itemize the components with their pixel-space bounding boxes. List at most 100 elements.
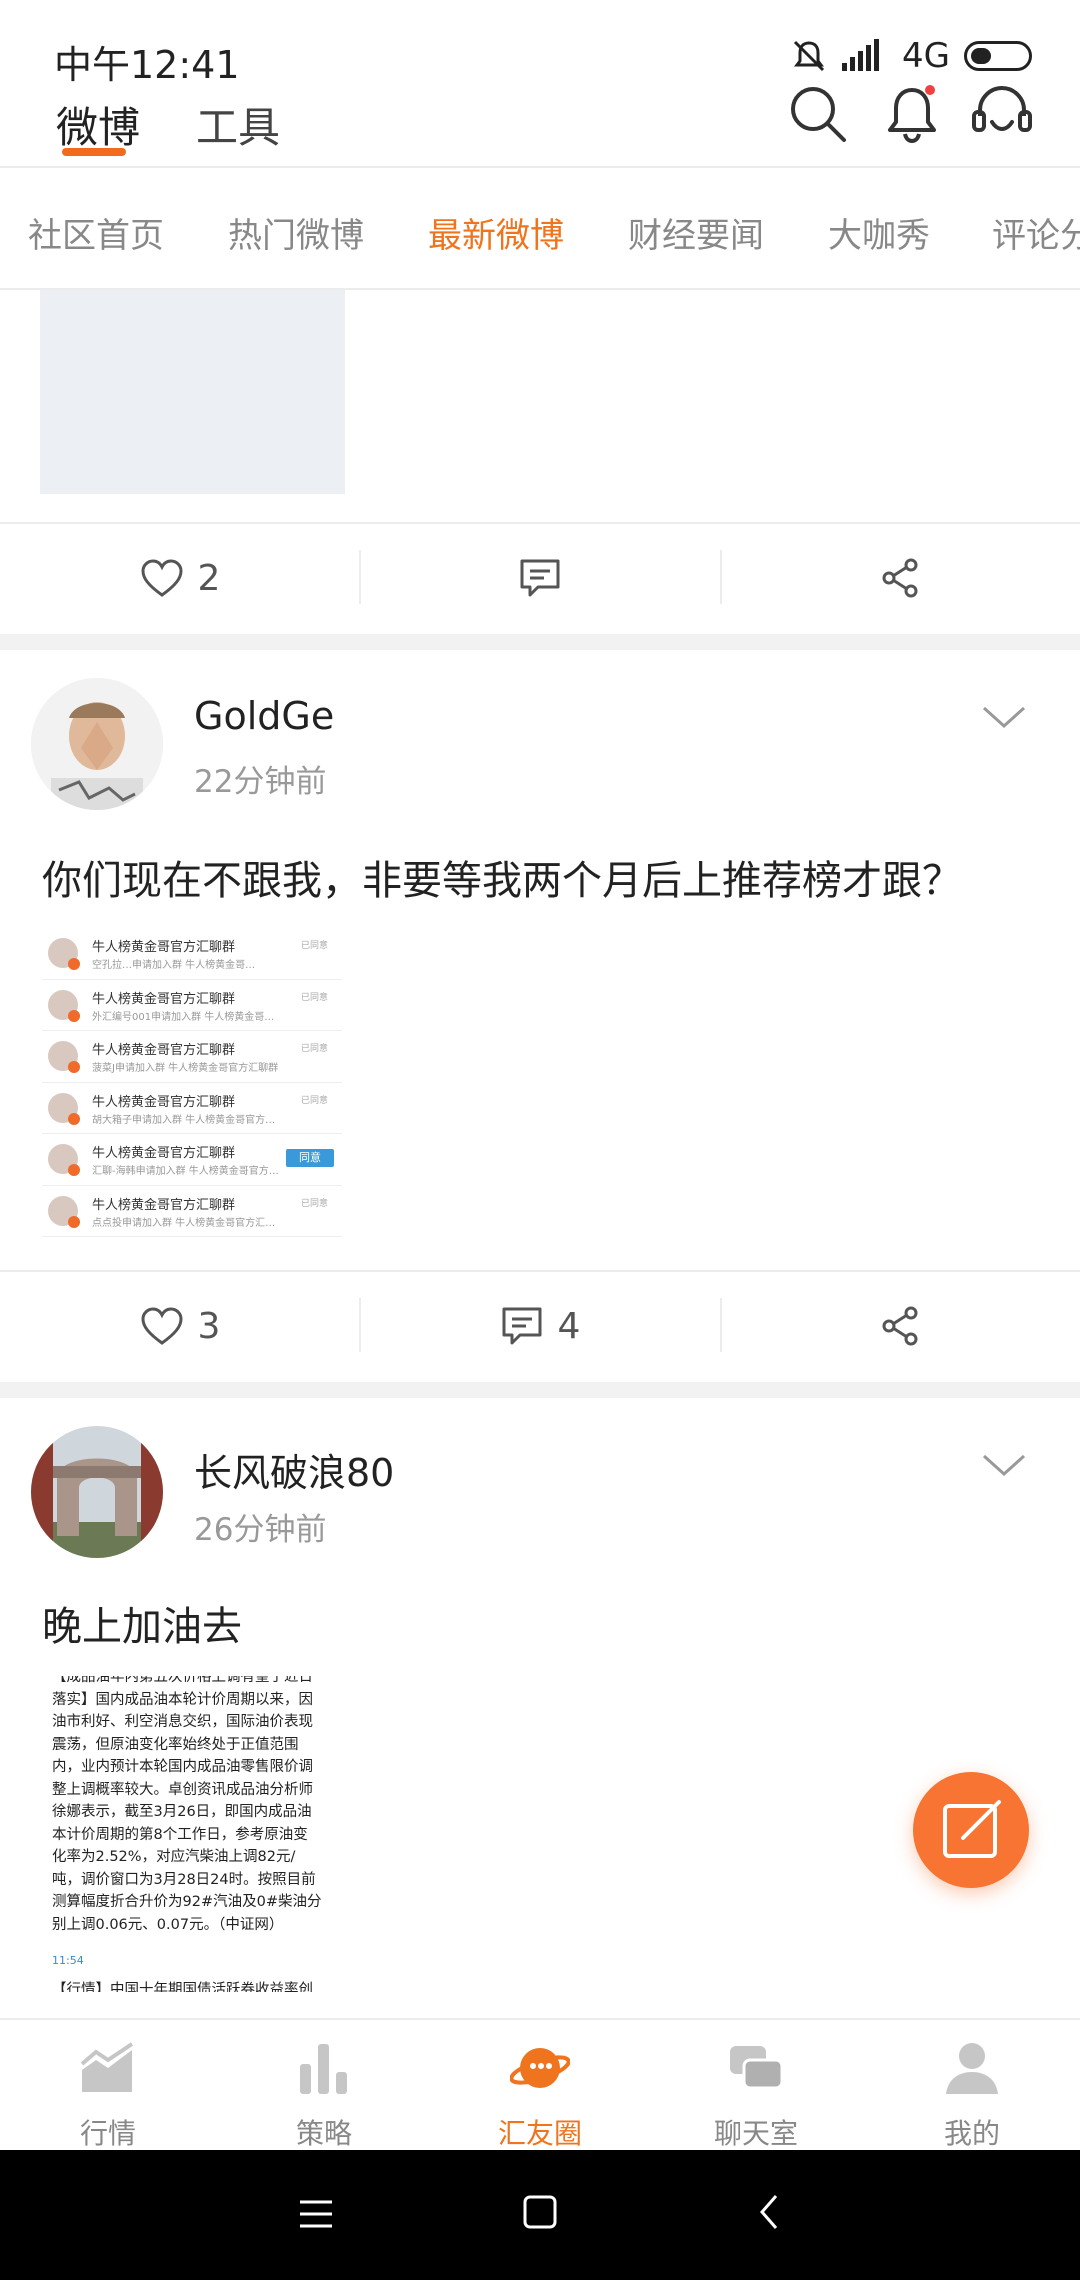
chat-row-title: 牛人榜黄金哥官方汇聊群 bbox=[92, 1146, 236, 1161]
comment-icon bbox=[502, 1307, 542, 1345]
heart-icon bbox=[141, 1307, 183, 1345]
post-author[interactable]: 长风破浪80 bbox=[194, 1442, 394, 1497]
chat-row-title: 牛人榜黄金哥官方汇聊群 bbox=[92, 1094, 236, 1110]
nav-chatroom[interactable]: 聊天室 bbox=[648, 2020, 864, 2152]
post-gap bbox=[0, 634, 1080, 650]
search-icon[interactable] bbox=[786, 82, 850, 146]
nav-strategy[interactable]: 策略 bbox=[216, 2020, 432, 2152]
chat-row-status: 已同意 bbox=[300, 1044, 328, 1054]
channel-finance-news[interactable]: 财经要闻 bbox=[628, 208, 764, 257]
like-button[interactable]: 2 bbox=[0, 522, 360, 634]
channel-hot[interactable]: 热门微博 bbox=[228, 208, 364, 257]
news-line: 徐娜表示，截至3月26日，即国内成品油 bbox=[52, 1804, 312, 1820]
nav-label: 汇友圈 bbox=[497, 2117, 582, 2150]
comment-icon bbox=[520, 559, 560, 597]
chat-row-status: 已同意 bbox=[300, 941, 328, 951]
news-line: 测算幅度折合升价为92#汽油及0#柴油分 bbox=[52, 1894, 322, 1910]
chevron-down-icon[interactable] bbox=[980, 1450, 1028, 1480]
tab-tools[interactable]: 工具 bbox=[196, 94, 280, 155]
post-author[interactable]: GoldGe bbox=[194, 694, 334, 738]
share-icon bbox=[882, 558, 918, 598]
mute-icon bbox=[793, 40, 825, 72]
post-time: 26分钟前 bbox=[194, 1512, 327, 1548]
channel-tabs: 社区首页 热门微博 最新微博 财经要闻 大咖秀 评论分 bbox=[0, 168, 1080, 290]
chat-row-sub: 菠菜J申请加入群 牛人榜黄金哥官方汇聊群 bbox=[92, 1063, 279, 1074]
post-image-chat-list[interactable]: 牛人榜黄金哥官方汇聊群 空孔拉…申请加入群 牛人榜黄金哥… 已同意 牛人榜黄金哥官方… bbox=[42, 928, 342, 1244]
post-gap bbox=[0, 1382, 1080, 1398]
nav-label: 行情 bbox=[79, 2117, 136, 2150]
chat-row-title: 牛人榜黄金哥官方汇聊群 bbox=[92, 940, 236, 955]
menu-icon[interactable] bbox=[296, 2194, 336, 2234]
status-icons: 4G bbox=[790, 36, 1032, 76]
signal-icon bbox=[842, 39, 880, 71]
nav-label: 聊天室 bbox=[713, 2117, 798, 2150]
chat-row-status: 已同意 bbox=[300, 1198, 328, 1209]
nav-label: 我的 bbox=[943, 2117, 1000, 2150]
news-line: 别上调0.06元、0.07元。（中证网） bbox=[52, 1916, 284, 1933]
like-button[interactable]: 3 bbox=[0, 1270, 360, 1382]
post-time: 22分钟前 bbox=[194, 764, 327, 800]
battery-icon bbox=[964, 41, 1032, 71]
news-timestamp: 11:54 bbox=[52, 1954, 84, 1967]
chat-row-agree-button: 同意 bbox=[286, 1149, 334, 1167]
avatar[interactable] bbox=[31, 1426, 163, 1558]
bar-chart-icon bbox=[300, 2044, 347, 2094]
chat-row-title: 牛人榜黄金哥官方汇聊群 bbox=[92, 991, 236, 1007]
avatar[interactable] bbox=[31, 678, 163, 810]
person-icon bbox=[946, 2043, 998, 2094]
comment-button[interactable]: 4 bbox=[360, 1270, 720, 1382]
chat-row-title: 牛人榜黄金哥官方汇聊群 bbox=[92, 1043, 236, 1058]
comment-button[interactable] bbox=[360, 522, 720, 634]
post-actions: 3 4 bbox=[0, 1270, 1080, 1382]
home-icon[interactable] bbox=[520, 2192, 560, 2232]
chat-row-sub: 汇聊-海韩申请加入群 牛人榜黄金哥官方… bbox=[92, 1166, 279, 1177]
chat-row-title: 牛人榜黄金哥官方汇聊群 bbox=[92, 1197, 236, 1213]
network-type: 4G bbox=[902, 36, 950, 76]
active-tab-indicator bbox=[62, 148, 126, 156]
planet-icon bbox=[510, 2048, 570, 2088]
nav-market[interactable]: 行情 bbox=[0, 2020, 216, 2152]
chat-row: 牛人榜黄金哥官方汇聊群 空孔拉…申请加入群 牛人榜黄金哥… 已同意 bbox=[42, 928, 342, 980]
news-line: 化率为2.52%，对应汽柴油上调82元/ bbox=[52, 1849, 296, 1865]
news-line: 整上调概率较大。卓创资讯成品油分析师 bbox=[52, 1781, 313, 1798]
news-line: 吨，调价窗口为3月28日24时。按照目前 bbox=[52, 1871, 316, 1888]
chat-row-sub: 胡大箱子申请加入群 牛人榜黄金哥官方… bbox=[92, 1114, 276, 1126]
chat-row-status: 已同意 bbox=[300, 992, 328, 1003]
chat-row: 牛人榜黄金哥官方汇聊群外汇编号001申请加入群 牛人榜黄金哥… 已同意 bbox=[42, 980, 342, 1031]
compose-button[interactable] bbox=[913, 1772, 1029, 1888]
chart-icon bbox=[80, 2042, 134, 2092]
channel-home[interactable]: 社区首页 bbox=[28, 208, 164, 257]
news-line: 震荡，但原油变化率始终处于正值范围 bbox=[52, 1736, 299, 1753]
nav-mine[interactable]: 我的 bbox=[864, 2020, 1080, 2152]
tab-weibo[interactable]: 微博 bbox=[56, 94, 140, 155]
news-line: 内，业内预计本轮国内成品油零售限价调 bbox=[52, 1759, 313, 1775]
chat-row-sub: 点点投申请加入群 牛人榜黄金哥官方汇… bbox=[92, 1217, 276, 1229]
chevron-down-icon[interactable] bbox=[980, 702, 1028, 732]
avatar-image bbox=[31, 1426, 163, 1558]
chat-icon bbox=[730, 2046, 784, 2090]
prev-post-actions: 2 bbox=[0, 522, 1080, 634]
chat-row: 牛人榜黄金哥官方汇聊群点点投申请加入群 牛人榜黄金哥官方汇… 已同意 bbox=[42, 1186, 342, 1237]
chat-row: 牛人榜黄金哥官方汇聊群菠菜J申请加入群 牛人榜黄金哥官方汇聊群 已同意 bbox=[42, 1031, 342, 1083]
channel-comments[interactable]: 评论分 bbox=[992, 208, 1080, 257]
share-button[interactable] bbox=[720, 522, 1080, 634]
nav-community[interactable]: 汇友圈 bbox=[432, 2020, 648, 2152]
news-line: 落实】国内成品油本轮计价周期以来，因 bbox=[52, 1691, 313, 1708]
chat-row-status: 已同意 bbox=[300, 1095, 328, 1106]
post-image-news[interactable]: 【成品油年内第五次价格上调有望于近日 落实】国内成品油本轮计价周期以来，因 油市… bbox=[52, 1676, 342, 1992]
customer-service-icon[interactable] bbox=[970, 82, 1034, 146]
news-line: 本计价周期的第8个工作日，参考原油变 bbox=[52, 1826, 308, 1843]
chat-row: 牛人榜黄金哥官方汇聊群汇聊-海韩申请加入群 牛人榜黄金哥官方… 同意 bbox=[42, 1134, 342, 1186]
channel-celebrities[interactable]: 大咖秀 bbox=[828, 208, 930, 257]
post-text: 晚上加油去 bbox=[42, 1604, 242, 1650]
system-nav-bar bbox=[0, 2150, 1080, 2280]
status-time: 中午12:41 bbox=[54, 43, 240, 87]
share-button[interactable] bbox=[720, 1270, 1080, 1382]
back-icon[interactable] bbox=[750, 2192, 790, 2232]
heart-icon bbox=[141, 559, 183, 597]
post-text: 你们现在不跟我，非要等我两个月后上推荐榜才跟？ bbox=[42, 858, 962, 904]
channel-latest[interactable]: 最新微博 bbox=[428, 208, 564, 257]
chat-row-sub: 外汇编号001申请加入群 牛人榜黄金哥… bbox=[92, 1011, 275, 1023]
post-image-placeholder[interactable] bbox=[40, 290, 345, 494]
bell-icon[interactable] bbox=[880, 82, 944, 146]
